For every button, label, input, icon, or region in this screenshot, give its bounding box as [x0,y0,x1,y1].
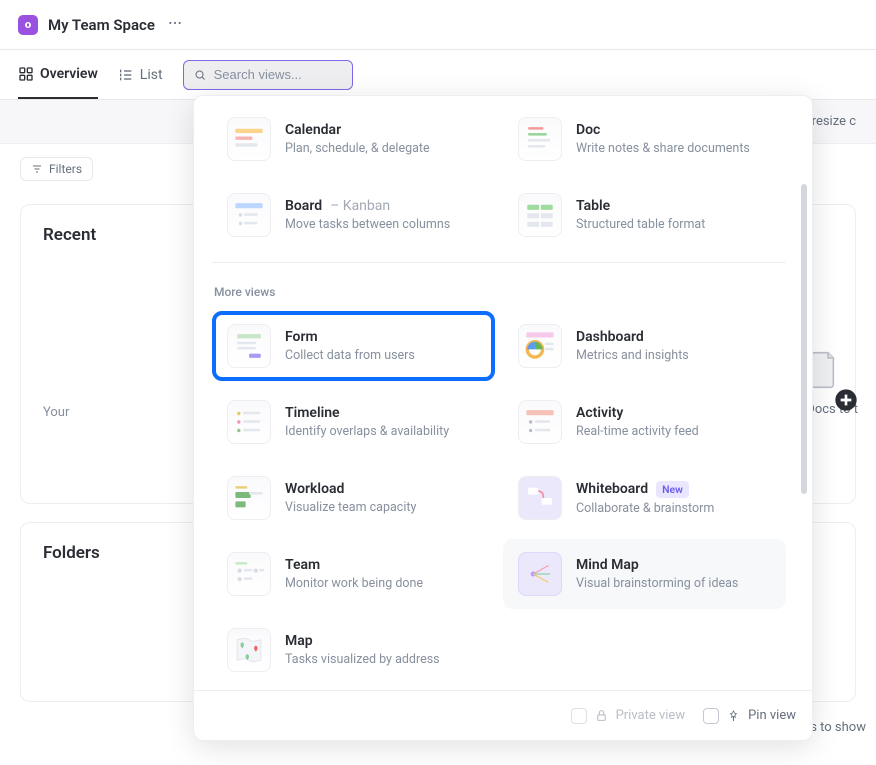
view-title: Doc [576,122,600,138]
view-option-table[interactable]: Table Structured table format [503,180,786,250]
table-thumb-icon [518,193,562,237]
view-title: Mind Map [576,557,639,573]
view-desc: Monitor work being done [285,576,423,591]
view-desc: Metrics and insights [576,348,689,363]
view-desc: Collaborate & brainstorm [576,501,714,516]
pin-view-toggle[interactable]: Pin view [703,708,796,724]
search-views-input-wrapper[interactable] [183,60,353,90]
view-title: Workload [285,481,344,497]
new-badge: New [656,481,689,498]
view-desc: Visual brainstorming of ideas [576,576,738,591]
view-option-calendar[interactable]: Calendar Plan, schedule, & delegate [212,104,495,174]
lock-icon [595,709,608,722]
view-desc: Collect data from users [285,348,415,363]
workload-thumb-icon [227,476,271,520]
view-suffix: – Kanban [330,198,390,214]
team-thumb-icon [227,552,271,596]
view-desc: Identify overlaps & availability [285,424,449,439]
activity-thumb-icon [518,400,562,444]
form-thumb-icon [227,324,271,368]
search-views-input[interactable] [214,67,342,82]
more-views-label: More views [214,285,786,299]
calendar-thumb-icon [227,117,271,161]
tab-list[interactable]: List [118,50,163,99]
view-title: Calendar [285,122,341,138]
view-desc: Write notes & share documents [576,141,750,156]
filters-label: Filters [49,162,82,176]
view-option-board[interactable]: Board – Kanban Move tasks between column… [212,180,495,250]
view-desc: Plan, schedule, & delegate [285,141,430,156]
map-thumb-icon [227,628,271,672]
tab-list-label: List [140,67,163,83]
board-thumb-icon [227,193,271,237]
list-icon [118,67,134,83]
overview-icon [18,66,34,82]
space-title: My Team Space [48,16,155,34]
scrollbar[interactable] [801,184,807,494]
tab-overview[interactable]: Overview [18,50,98,99]
view-option-timeline[interactable]: Timeline Identify overlaps & availabilit… [212,387,495,457]
view-title: Activity [576,405,623,421]
view-picker-popup: Calendar Plan, schedule, & delegate Doc … [193,95,813,741]
filters-button[interactable]: Filters [20,157,93,181]
view-desc: Move tasks between columns [285,217,450,232]
mindmap-thumb-icon [518,552,562,596]
dashboard-thumb-icon [518,324,562,368]
pin-view-label: Pin view [748,708,796,723]
checkbox-icon [703,708,719,724]
view-desc: Tasks visualized by address [285,652,440,667]
view-option-doc[interactable]: Doc Write notes & share documents [503,104,786,174]
private-view-toggle[interactable]: Private view [571,708,686,724]
view-title: Dashboard [576,329,644,345]
view-title: Whiteboard [576,481,648,497]
more-icon[interactable] [167,15,183,35]
timeline-thumb-icon [227,400,271,444]
whiteboard-thumb-icon [518,476,562,520]
view-title: Board [285,198,322,214]
view-option-dashboard[interactable]: Dashboard Metrics and insights [503,311,786,381]
view-title: Map [285,633,313,649]
view-option-map[interactable]: Map Tasks visualized by address [212,615,495,685]
view-option-workload[interactable]: Workload Visualize team capacity [212,463,495,533]
view-option-team[interactable]: Team Monitor work being done [212,539,495,609]
pin-icon [727,709,740,722]
view-option-whiteboard[interactable]: Whiteboard New Collaborate & brainstorm [503,463,786,533]
view-desc: Real-time activity feed [576,424,699,439]
private-view-label: Private view [616,708,686,723]
view-title: Table [576,198,610,214]
view-desc: Visualize team capacity [285,500,416,515]
view-title: Form [285,329,318,345]
view-option-form[interactable]: Form Collect data from users [212,311,495,381]
view-title: Team [285,557,320,573]
space-icon [18,15,38,35]
view-desc: Structured table format [576,217,705,232]
view-option-mindmap[interactable]: Mind Map Visual brainstorming of ideas [503,539,786,609]
view-title: Timeline [285,405,340,421]
search-icon [194,68,206,82]
view-option-activity[interactable]: Activity Real-time activity feed [503,387,786,457]
doc-thumb-icon [518,117,562,161]
filter-icon [31,163,43,175]
tab-overview-label: Overview [40,66,98,82]
checkbox-icon [571,708,587,724]
